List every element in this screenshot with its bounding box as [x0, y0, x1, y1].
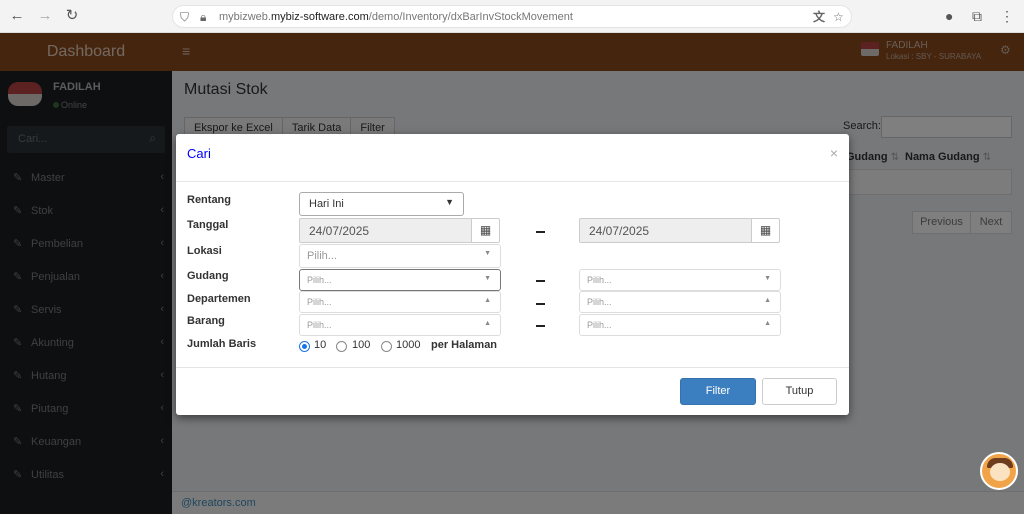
- close-button[interactable]: Tutup: [762, 378, 837, 405]
- caret-up-icon: ▲: [484, 297, 491, 304]
- modal-divider: [176, 181, 849, 182]
- profile-icon[interactable]: ●: [945, 7, 953, 25]
- label-rentang: Rentang: [187, 194, 231, 206]
- caret-up-icon: ▲: [764, 297, 771, 304]
- date-from-input[interactable]: 24/07/2025: [299, 218, 472, 243]
- rows-radio-1000-label[interactable]: 1000: [396, 339, 420, 351]
- back-icon[interactable]: ←: [8, 7, 26, 25]
- departemen-to-select[interactable]: Pilih... ▲: [579, 291, 781, 313]
- close-icon[interactable]: ×: [830, 145, 838, 161]
- calendar-icon[interactable]: ▦: [471, 218, 500, 243]
- caret-up-icon: ▲: [764, 320, 771, 327]
- modal-divider: [176, 367, 849, 368]
- rows-radio-100-label[interactable]: 100: [352, 339, 370, 351]
- translate-icon[interactable]: 文: [813, 9, 825, 25]
- filter-button[interactable]: Filter: [680, 378, 756, 405]
- mascot-face: [990, 463, 1010, 481]
- label-barang: Barang: [187, 315, 225, 327]
- reload-icon[interactable]: ↻: [63, 7, 81, 25]
- range-separator: [536, 325, 545, 327]
- rentang-select-value: Hari Ini: [309, 198, 344, 210]
- extensions-icon[interactable]: ⧉: [972, 7, 982, 25]
- caret-down-icon: ▼: [484, 250, 491, 257]
- range-separator: [536, 303, 545, 305]
- url-text: mybizweb.mybiz-software.com/demo/Invento…: [219, 11, 573, 23]
- modal-title: Cari: [187, 146, 211, 161]
- barang-from-select[interactable]: Pilih... ▲: [299, 314, 501, 336]
- label-departemen: Departemen: [187, 293, 251, 305]
- lokasi-placeholder: Pilih...: [307, 250, 337, 262]
- caret-down-icon: ▼: [484, 275, 491, 282]
- date-to-value: 24/07/2025: [589, 224, 650, 238]
- lock-icon: 🔒︎: [200, 10, 207, 24]
- gudang-to-select[interactable]: Pilih... ▼: [579, 269, 781, 291]
- gudang-from-select[interactable]: Pilih... ▼: [299, 269, 501, 291]
- date-to-input[interactable]: 24/07/2025: [579, 218, 752, 243]
- menu-dots-icon[interactable]: ⋮: [1000, 7, 1014, 25]
- departemen-to-placeholder: Pilih...: [587, 297, 612, 307]
- rentang-select[interactable]: Hari Ini ▼: [299, 192, 464, 216]
- label-tanggal: Tanggal: [187, 219, 229, 231]
- rows-radio-10[interactable]: [299, 341, 310, 352]
- label-jumlah-baris: Jumlah Baris: [187, 338, 257, 350]
- label-lokasi: Lokasi: [187, 245, 222, 257]
- label-gudang: Gudang: [187, 270, 229, 282]
- rows-radio-10-label[interactable]: 10: [314, 339, 326, 351]
- barang-to-select[interactable]: Pilih... ▲: [579, 314, 781, 336]
- departemen-from-select[interactable]: Pilih... ▲: [299, 291, 501, 313]
- caret-up-icon: ▲: [484, 320, 491, 327]
- chat-widget-avatar[interactable]: [980, 452, 1018, 490]
- shield-icon: ⛉: [180, 10, 190, 24]
- rows-radio-100[interactable]: [336, 341, 347, 352]
- date-from-value: 24/07/2025: [309, 224, 370, 238]
- caret-down-icon: ▼: [764, 275, 771, 282]
- address-bar[interactable]: ⛉ 🔒︎ mybizweb.mybiz-software.com/demo/In…: [172, 5, 852, 28]
- search-modal: Cari × Rentang Tanggal Lokasi Gudang Dep…: [176, 134, 849, 415]
- lokasi-select[interactable]: Pilih... ▼: [299, 244, 501, 268]
- gudang-from-placeholder: Pilih...: [307, 275, 332, 285]
- per-page-label: per Halaman: [431, 339, 498, 351]
- browser-toolbar: ← → ↻ ⛉ 🔒︎ mybizweb.mybiz-software.com/d…: [0, 0, 1024, 33]
- bookmark-star-icon[interactable]: ☆: [833, 9, 844, 25]
- caret-down-icon: ▼: [445, 197, 454, 207]
- calendar-icon[interactable]: ▦: [751, 218, 780, 243]
- rows-radio-1000[interactable]: [381, 341, 392, 352]
- departemen-from-placeholder: Pilih...: [307, 297, 332, 307]
- range-separator: [536, 231, 545, 233]
- gudang-to-placeholder: Pilih...: [587, 275, 612, 285]
- range-separator: [536, 280, 545, 282]
- barang-to-placeholder: Pilih...: [587, 320, 612, 330]
- barang-from-placeholder: Pilih...: [307, 320, 332, 330]
- forward-icon[interactable]: →: [36, 7, 54, 25]
